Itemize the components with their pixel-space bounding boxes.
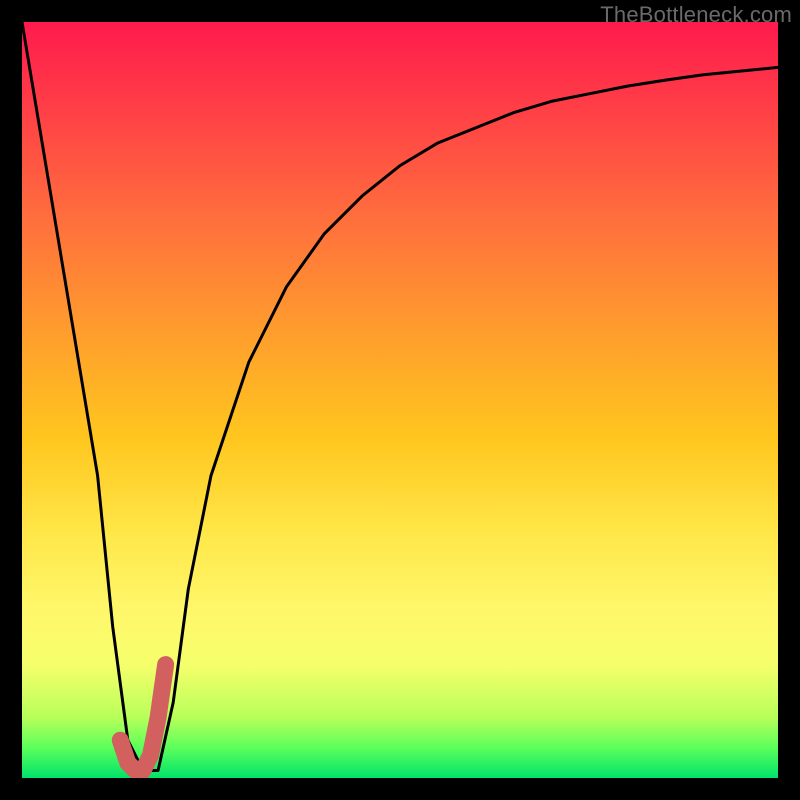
watermark: TheBottleneck.com	[600, 2, 792, 28]
plot-area	[22, 22, 778, 778]
highlight-J	[120, 665, 165, 771]
curve-layer	[22, 22, 778, 778]
bottleneck-chart: TheBottleneck.com	[0, 0, 800, 800]
bottleneck-curve	[22, 22, 778, 770]
